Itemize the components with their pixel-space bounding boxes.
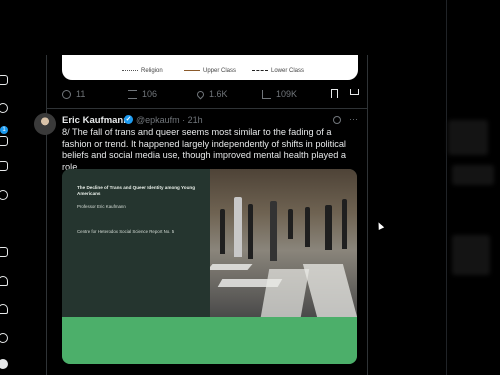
- people-icon[interactable]: [0, 304, 8, 314]
- profile-icon[interactable]: [0, 276, 8, 286]
- notification-badge: 1: [0, 126, 8, 134]
- author-avatar[interactable]: [34, 113, 56, 135]
- legend-swatch-icon: [252, 69, 268, 71]
- report-author: Professor Eric Kaufmann: [77, 204, 126, 209]
- views-button[interactable]: 109K: [262, 89, 297, 99]
- like-button[interactable]: 1.6K: [195, 89, 228, 99]
- grok-explain-icon[interactable]: [333, 116, 341, 124]
- verified-badge-icon: ✓: [124, 115, 133, 124]
- bookmark-button[interactable]: [331, 89, 338, 98]
- share-icon: [350, 89, 359, 95]
- timeline-left-border: [46, 55, 47, 375]
- grok-icon[interactable]: [0, 190, 8, 200]
- reply-button[interactable]: 11: [62, 89, 85, 99]
- report-cover-panel: The Decline of Trans and Queer Identity …: [62, 169, 210, 317]
- reply-icon: [62, 89, 71, 99]
- author-name[interactable]: Eric Kaufmann: [62, 115, 129, 126]
- reply-count: 11: [76, 89, 86, 99]
- views-icon: [262, 89, 271, 99]
- legend-label: Religion: [141, 68, 163, 74]
- messages-icon[interactable]: [0, 161, 8, 171]
- blurred-sidebar-content: [448, 120, 488, 155]
- share-button[interactable]: [350, 89, 359, 95]
- report-title: The Decline of Trans and Queer Identity …: [77, 185, 196, 196]
- tweet-text: 8/ The fall of trans and queer seems mos…: [62, 127, 346, 172]
- search-icon[interactable]: [0, 103, 8, 113]
- notifications-icon[interactable]: [0, 136, 8, 146]
- tweet-divider: [46, 108, 367, 109]
- account-avatar[interactable]: [0, 359, 8, 369]
- more-circle-icon[interactable]: [0, 333, 8, 343]
- legend-item-lower-class: Lower Class: [252, 68, 304, 74]
- heart-icon: [195, 89, 206, 99]
- x-logo-icon[interactable]: [0, 220, 8, 230]
- blurred-sidebar-content: [452, 165, 494, 185]
- repost-button[interactable]: 106: [128, 89, 157, 99]
- author-handle-time[interactable]: @epkaufm · 21h: [136, 115, 203, 125]
- legend-swatch-icon: [122, 69, 138, 71]
- repost-icon: [128, 89, 137, 99]
- legend-label: Lower Class: [271, 68, 305, 74]
- legend-swatch-icon: [184, 69, 200, 71]
- repost-count: 106: [142, 89, 158, 99]
- report-cover-footer: [62, 317, 357, 364]
- legend-item-religion: Religion: [122, 68, 163, 74]
- blurred-sidebar-content: [452, 235, 490, 275]
- mouse-cursor-icon: [375, 221, 385, 230]
- report-org: Centre for Heterodox Social Science Repo…: [77, 229, 175, 234]
- legend-item-upper-class: Upper Class: [184, 68, 236, 74]
- sidebar-divider: [446, 0, 447, 375]
- timeline-right-border: [367, 55, 368, 375]
- bookmarks-icon[interactable]: [0, 247, 8, 257]
- like-count: 1.6K: [209, 89, 228, 99]
- legend-label: Upper Class: [203, 68, 237, 74]
- view-count: 109K: [276, 89, 298, 99]
- chart-legend-card: Religion Upper Class Lower Class: [62, 55, 358, 80]
- street-crowd-photo: [210, 169, 357, 317]
- home-icon[interactable]: [0, 75, 8, 85]
- tweet-media-image[interactable]: The Decline of Trans and Queer Identity …: [62, 169, 357, 364]
- bookmark-icon: [331, 89, 338, 98]
- more-options-icon[interactable]: ···: [349, 114, 358, 124]
